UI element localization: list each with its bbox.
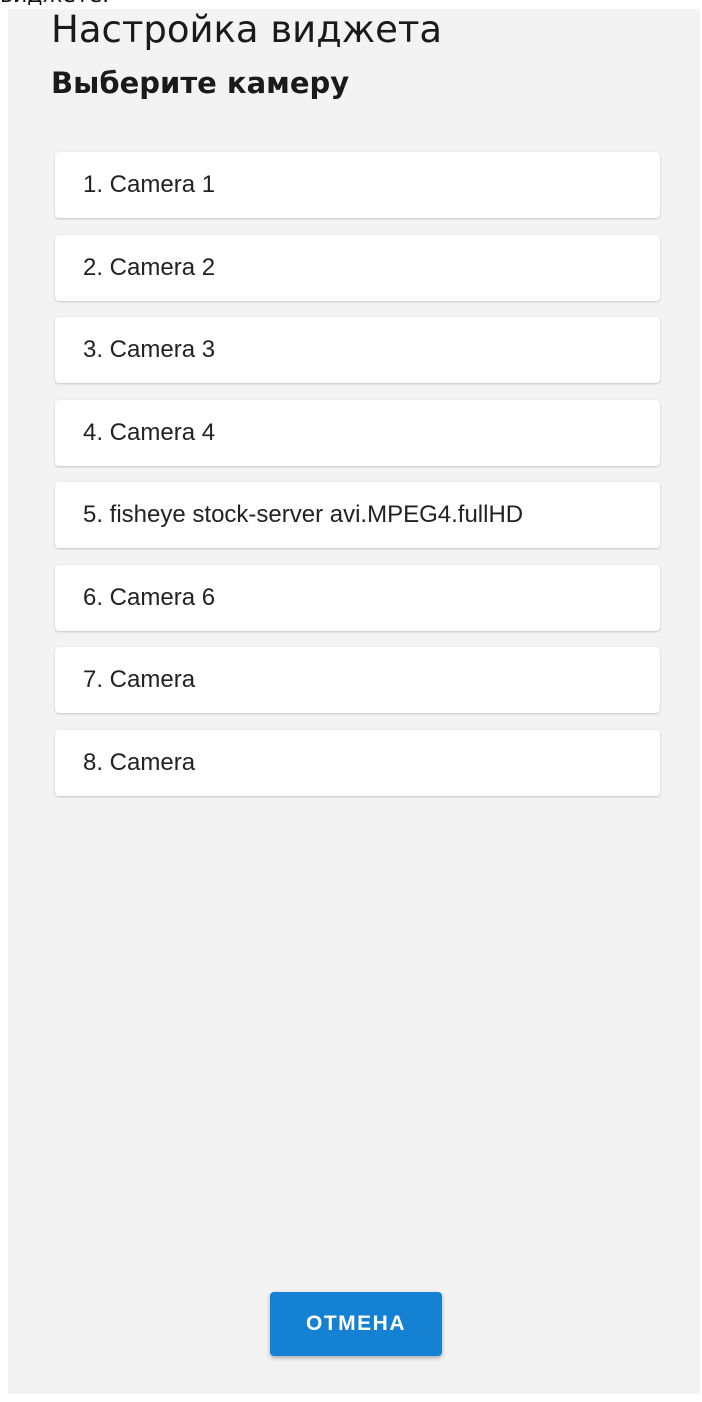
clipped-caption-text: виджете. — [0, 0, 109, 8]
camera-list-item[interactable]: 7. Camera — [55, 647, 660, 713]
widget-settings-dialog: Настройка виджета Выберите камеру 1. Cam… — [8, 9, 700, 1394]
camera-list-item[interactable]: 2. Camera 2 — [55, 234, 660, 301]
camera-list: 1. Camera 1 2. Camera 2 3. Camera 3 4. C… — [55, 152, 660, 812]
camera-list-item[interactable]: 5. fisheye stock-server avi.MPEG4.fullHD — [55, 482, 660, 548]
cancel-button[interactable]: ОТМЕНА — [270, 1292, 442, 1356]
camera-list-item[interactable]: 4. Camera 4 — [55, 399, 660, 466]
camera-list-item[interactable]: 8. Camera — [55, 729, 660, 796]
camera-list-item[interactable]: 3. Camera 3 — [55, 317, 660, 383]
camera-list-item[interactable]: 1. Camera 1 — [55, 152, 660, 218]
dialog-title: Настройка виджета — [51, 8, 443, 51]
camera-list-item[interactable]: 6. Camera 6 — [55, 564, 660, 631]
dialog-subtitle: Выберите камеру — [51, 66, 350, 100]
